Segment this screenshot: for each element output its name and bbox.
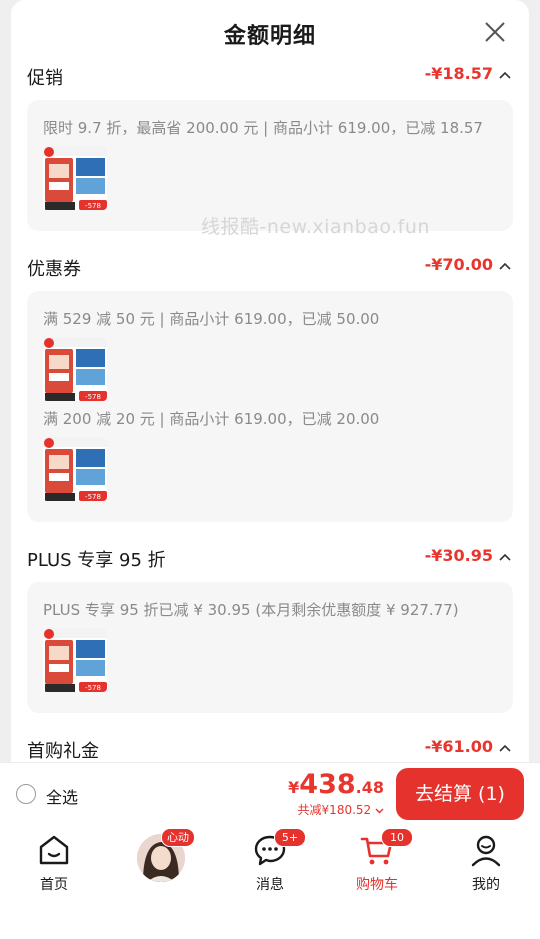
detail-line: 满 529 减 50 元 | 商品小计 619.00，已减 50.00	[43, 310, 380, 328]
thumb-price-badge: -578	[85, 393, 101, 401]
product-thumbnail[interactable]: -578	[43, 628, 107, 692]
product-thumbnail[interactable]: -578	[43, 337, 107, 401]
chevron-up-icon[interactable]	[499, 70, 511, 80]
chevron-up-icon[interactable]	[499, 261, 511, 271]
total-integer: 438	[299, 769, 356, 800]
tab-me[interactable]: 我的	[451, 832, 521, 894]
section-title: 首购礼金	[27, 741, 99, 762]
thumb-price-badge: -578	[85, 684, 101, 692]
tab-messages[interactable]: 5+ 消息	[235, 828, 306, 894]
detail-line: 限时 9.7 折，最高省 200.00 元 | 商品小计 619.00，已减 1…	[43, 119, 483, 137]
select-all-radio[interactable]	[16, 784, 36, 804]
messages-badge: 5+	[274, 828, 306, 847]
section-title: PLUS 专享 95 折	[27, 550, 166, 571]
tab-label: 购物车	[356, 877, 398, 893]
section-promo-header[interactable]: 促销 -¥18.57	[27, 64, 511, 90]
chevron-up-icon[interactable]	[499, 552, 511, 562]
checkout-bar: 全选 ¥438.48 共减¥180.52 去结算 (1)	[0, 762, 540, 827]
tab-home[interactable]: 首页	[19, 832, 89, 894]
total-price: ¥438.48	[288, 769, 384, 800]
section-first-purchase-header[interactable]: 首购礼金 -¥61.00	[27, 737, 511, 762]
user-icon	[471, 835, 501, 867]
total-currency: ¥	[288, 778, 300, 797]
tab-label: 消息	[256, 877, 284, 893]
tab-label: 我的	[472, 877, 500, 893]
plus-detail-box: PLUS 专享 95 折已减 ¥ 30.95 (本月剩余优惠额度 ¥ 927.7…	[27, 582, 513, 713]
product-thumbnail[interactable]: -578	[43, 437, 107, 501]
avatar-badge: 心动	[161, 828, 195, 847]
section-title: 优惠券	[27, 259, 81, 280]
coupon-detail-box: 满 529 减 50 元 | 商品小计 619.00，已减 50.00 -578…	[27, 291, 513, 522]
sheet-header: 金额明细	[11, 0, 529, 66]
product-thumbnail[interactable]: -578	[43, 146, 107, 210]
detail-line: 满 200 减 20 元 | 商品小计 619.00，已减 20.00	[43, 410, 380, 428]
cart-badge: 10	[381, 828, 413, 847]
home-icon	[39, 835, 69, 865]
section-coupon-header[interactable]: 优惠券 -¥70.00	[27, 255, 511, 281]
bottom-tab-bar: 首页 心动 5+ 消息 10 购物车 我的	[0, 826, 540, 939]
avatar-entry[interactable]: 心动	[137, 828, 195, 882]
chevron-up-icon[interactable]	[499, 743, 511, 753]
select-all-label[interactable]: 全选	[46, 784, 78, 808]
detail-line: PLUS 专享 95 折已减 ¥ 30.95 (本月剩余优惠额度 ¥ 927.7…	[43, 601, 459, 619]
close-icon[interactable]	[483, 20, 507, 44]
section-amount: -¥61.00	[424, 737, 493, 756]
thumb-price-badge: -578	[85, 202, 101, 210]
section-amount: -¥70.00	[424, 255, 493, 274]
saved-amount: 共减¥180.52	[297, 803, 372, 817]
checkout-button[interactable]: 去结算 (1)	[396, 768, 524, 820]
thumb-price-badge: -578	[85, 493, 101, 501]
section-title: 促销	[27, 68, 63, 89]
saved-amount-toggle[interactable]: 共减¥180.52	[298, 801, 384, 818]
section-amount: -¥18.57	[424, 64, 493, 83]
total-decimal: .48	[355, 778, 384, 797]
amount-detail-sheet: 金额明细 促销 -¥18.57 限时 9.7 折，最高省 200.00 元 | …	[11, 0, 529, 762]
tab-label: 首页	[40, 877, 68, 893]
watermark: 线报酷-new.xianbao.fun	[201, 216, 430, 238]
sheet-title: 金额明细	[223, 24, 316, 49]
section-amount: -¥30.95	[424, 546, 493, 565]
tab-cart[interactable]: 10 购物车	[342, 828, 413, 894]
chevron-down-icon	[375, 808, 384, 814]
section-plus-header[interactable]: PLUS 专享 95 折 -¥30.95	[27, 546, 511, 572]
